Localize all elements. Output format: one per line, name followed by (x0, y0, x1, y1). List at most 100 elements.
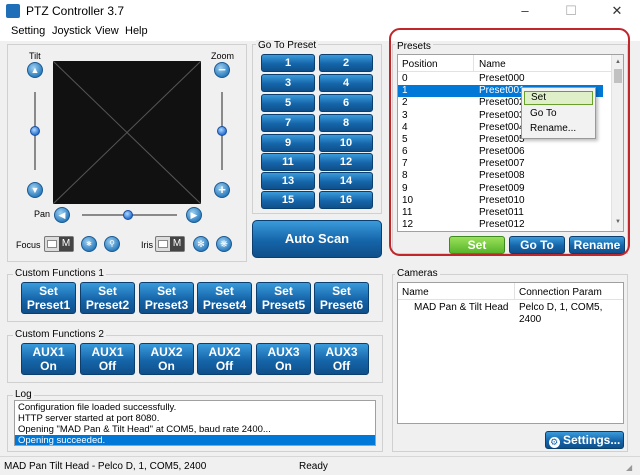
button-line-2: Off (98, 359, 117, 373)
cameras-list[interactable]: Name Connection Param MAD Pan & Tilt Hea… (397, 282, 624, 424)
goto-preset-8-button[interactable]: 8 (319, 114, 373, 132)
goto-preset-7-button[interactable]: 7 (261, 114, 315, 132)
menu-joystick[interactable]: Joystick (52, 25, 91, 37)
focus-mode-toggle[interactable]: M (44, 236, 74, 252)
aux3-off-button[interactable]: AUX3 Off (314, 343, 369, 375)
annotation-highlight-ring (389, 28, 630, 256)
goto-preset-16-button[interactable]: 16 (319, 191, 373, 209)
goto-preset-5-button[interactable]: 5 (261, 94, 315, 112)
status-state: Ready (299, 461, 328, 472)
status-bar: MAD Pan Tilt Head - Pelco D, 1, COM5, 24… (0, 456, 640, 475)
goto-preset-11-button[interactable]: 11 (261, 153, 315, 171)
button-line-2: Preset1 (26, 298, 71, 312)
aux3-on-button[interactable]: AUX3 On (256, 343, 311, 375)
title-bar[interactable]: PTZ Controller 3.7 – ☐ ✕ (0, 0, 640, 22)
goto-preset-10-button[interactable]: 10 (319, 134, 373, 152)
menu-help[interactable]: Help (125, 25, 148, 37)
log-line-selected: Opening succeeded. (15, 435, 375, 445)
button-line-1: AUX1 (32, 345, 65, 359)
button-line-2: On (40, 359, 57, 373)
camera-name: MAD Pan & Tilt Head (414, 302, 509, 313)
settings-button[interactable]: ⚙ Settings... (545, 431, 624, 449)
log-list[interactable]: Configuration file loaded successfully. … (14, 400, 376, 446)
minimize-button[interactable]: – (502, 0, 548, 22)
set-preset6-button[interactable]: Set Preset6 (314, 282, 369, 314)
close-button[interactable]: ✕ (594, 0, 640, 22)
button-line-2: Preset5 (261, 298, 306, 312)
set-preset1-button[interactable]: Set Preset1 (21, 282, 76, 314)
log-line: HTTP server started at port 8080. (18, 413, 160, 424)
button-line-2: Preset4 (202, 298, 247, 312)
focus-near-icon[interactable]: ∗ (81, 236, 97, 252)
set-preset3-button[interactable]: Set Preset3 (139, 282, 194, 314)
app-icon (6, 4, 20, 18)
iris-open-icon[interactable]: ✻ (193, 236, 209, 252)
set-preset5-button[interactable]: Set Preset5 (256, 282, 311, 314)
settings-label: Settings... (563, 433, 621, 447)
context-menu-goto[interactable]: Go To (524, 107, 593, 121)
maximize-button[interactable]: ☐ (548, 0, 594, 22)
joystick-pad[interactable] (53, 61, 201, 204)
pan-slider-knob[interactable] (123, 210, 133, 220)
pan-label: Pan (34, 209, 51, 219)
context-menu-set[interactable]: Set (524, 91, 593, 105)
camera-row[interactable]: MAD Pan & Tilt Head Pelco D, 1, COM5, 24… (398, 302, 623, 325)
zoom-slider-knob[interactable] (217, 126, 227, 136)
goto-preset-12-button[interactable]: 12 (319, 153, 373, 171)
button-line-2: Off (215, 359, 234, 373)
column-name[interactable]: Name (402, 287, 429, 298)
button-line-2: On (275, 359, 292, 373)
cameras-label: Cameras (395, 268, 440, 279)
aux2-on-button[interactable]: AUX2 On (139, 343, 194, 375)
button-line-2: Off (332, 359, 351, 373)
iris-close-icon[interactable]: ❋ (216, 236, 232, 252)
goto-preset-4-button[interactable]: 4 (319, 74, 373, 92)
toggle-switch (47, 240, 57, 248)
goto-preset-14-button[interactable]: 14 (319, 172, 373, 190)
tilt-down-button[interactable]: ▼ (27, 182, 43, 198)
tilt-up-button[interactable]: ▲ (27, 62, 43, 78)
column-divider (514, 283, 515, 299)
zoom-label: Zoom (211, 51, 235, 61)
button-line-1: Set (332, 284, 351, 298)
log-label: Log (13, 389, 34, 400)
aux1-off-button[interactable]: AUX1 Off (80, 343, 135, 375)
set-preset4-button[interactable]: Set Preset4 (197, 282, 252, 314)
iris-mode-toggle[interactable]: M (155, 236, 185, 252)
button-line-1: Set (215, 284, 234, 298)
iris-label: Iris (141, 240, 153, 250)
custom-functions-1-label: Custom Functions 1 (13, 268, 106, 279)
button-line-2: Preset3 (144, 298, 189, 312)
button-line-1: AUX2 (208, 345, 241, 359)
button-line-2: On (158, 359, 175, 373)
focus-far-icon[interactable]: ⚲ (104, 236, 120, 252)
log-line: Configuration file loaded successfully. (18, 402, 177, 413)
focus-label: Focus (16, 240, 41, 250)
auto-scan-button[interactable]: Auto Scan (252, 220, 382, 258)
gear-icon: ⚙ (548, 437, 560, 448)
goto-preset-13-button[interactable]: 13 (261, 172, 315, 190)
button-line-1: AUX1 (91, 345, 124, 359)
goto-preset-15-button[interactable]: 15 (261, 191, 315, 209)
joystick-cross (53, 61, 201, 204)
goto-preset-6-button[interactable]: 6 (319, 94, 373, 112)
zoom-out-button[interactable]: − (214, 62, 230, 78)
goto-preset-2-button[interactable]: 2 (319, 54, 373, 72)
column-connection-param[interactable]: Connection Param (519, 287, 602, 298)
goto-preset-label: Go To Preset (256, 40, 319, 51)
zoom-in-button[interactable]: + (214, 182, 230, 198)
goto-preset-9-button[interactable]: 9 (261, 134, 315, 152)
tilt-slider-knob[interactable] (30, 126, 40, 136)
resize-grip-icon[interactable]: ◢ (626, 463, 632, 472)
pan-left-button[interactable]: ◀ (54, 207, 70, 223)
menu-view[interactable]: View (95, 25, 119, 37)
context-menu-rename[interactable]: Rename... (524, 122, 593, 136)
menu-setting[interactable]: Setting (11, 25, 45, 37)
pan-right-button[interactable]: ▶ (186, 207, 202, 223)
goto-preset-1-button[interactable]: 1 (261, 54, 315, 72)
camera-connection: Pelco D, 1, COM5, 2400 (519, 302, 603, 325)
aux1-on-button[interactable]: AUX1 On (21, 343, 76, 375)
aux2-off-button[interactable]: AUX2 Off (197, 343, 252, 375)
goto-preset-3-button[interactable]: 3 (261, 74, 315, 92)
set-preset2-button[interactable]: Set Preset2 (80, 282, 135, 314)
